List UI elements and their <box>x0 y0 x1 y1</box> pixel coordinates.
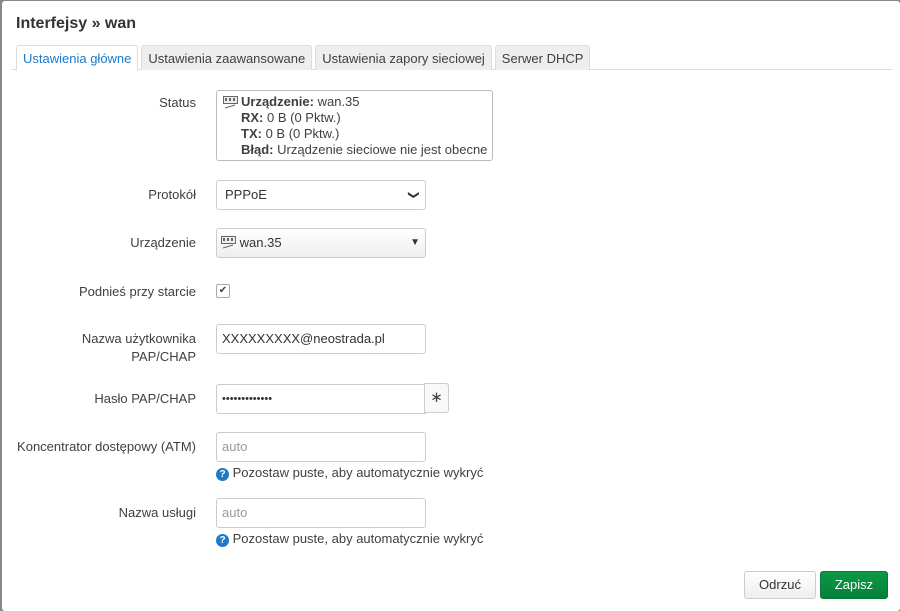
reveal-password-button[interactable]: ∗ <box>424 383 449 413</box>
tab-dhcp[interactable]: Serwer DHCP <box>494 45 591 70</box>
service-field: auto ? Pozostaw puste, aby automatycznie… <box>216 498 483 547</box>
username-input[interactable]: XXXXXXXXX@neostrada.pl <box>216 324 426 354</box>
status-label: Status <box>159 95 196 110</box>
service-input[interactable]: auto <box>216 498 426 528</box>
device-key: Urządzenie: <box>241 94 314 109</box>
ac-help: ? Pozostaw puste, aby automatycznie wykr… <box>216 465 483 481</box>
protocol-value: PPPoE <box>225 187 267 202</box>
interface-dialog: Interfejsy » wan Ustawienia główne Ustaw… <box>2 1 900 611</box>
device-dropdown[interactable]: wan.35 ▼ <box>216 228 426 258</box>
rx-key: RX: <box>241 110 264 125</box>
device-value: wan.35 <box>239 235 282 250</box>
network-port-icon <box>223 96 238 113</box>
chevron-down-icon: ❯ <box>407 190 420 200</box>
tx-value: 0 B (0 Pktw.) <box>265 126 340 141</box>
ac-help-text: Pozostaw puste, aby automatycznie wykryć <box>232 465 484 480</box>
autostart-label: Podnieś przy starcie <box>78 284 196 299</box>
password-group: ••••••••••••• ∗ <box>216 383 451 414</box>
password-label: Hasło PAP/CHAP <box>94 391 196 406</box>
device-label: Urządzenie <box>130 235 196 250</box>
help-icon: ? <box>216 534 229 547</box>
username-label-line2: PAP/CHAP <box>131 349 196 364</box>
service-help: ? Pozostaw puste, aby automatycznie wykr… <box>216 531 483 547</box>
status-row: Status Urządzenie: wan.35 RX: 0 B (0 Pkt… <box>2 90 900 161</box>
username-label-line1: Nazwa użytkownika <box>81 331 196 346</box>
tab-general[interactable]: Ustawienia główne <box>16 45 139 71</box>
device-row: Urządzenie wan.35 ▼ <box>2 228 900 258</box>
ac-input[interactable]: auto <box>216 432 426 462</box>
username-label: Nazwa użytkownika PAP/CHAP <box>82 330 196 366</box>
status-box: Urządzenie: wan.35 RX: 0 B (0 Pktw.) TX:… <box>216 90 493 161</box>
service-label: Nazwa usługi <box>118 505 196 520</box>
service-help-text: Pozostaw puste, aby automatycznie wykryć <box>232 531 484 546</box>
ac-field: auto ? Pozostaw puste, aby automatycznie… <box>216 432 483 481</box>
dropdown-arrow-icon: ▼ <box>410 237 420 248</box>
save-button[interactable]: Zapisz <box>820 571 888 599</box>
username-row: Nazwa użytkownika PAP/CHAP XXXXXXXXX@neos… <box>2 324 900 364</box>
tx-key: TX: <box>241 126 262 141</box>
tab-firewall[interactable]: Ustawienia zapory sieciowej <box>315 45 492 70</box>
autostart-checkbox[interactable]: ✔ <box>216 284 230 298</box>
protocol-label: Protokół <box>148 187 196 202</box>
password-input[interactable]: ••••••••••••• <box>216 384 426 414</box>
error-value: Urządzenie sieciowe nie jest obecne <box>277 142 488 157</box>
help-icon: ? <box>216 468 229 481</box>
protocol-row: Protokół PPPoE ❯ <box>2 180 900 210</box>
network-port-icon <box>221 236 236 249</box>
tab-advanced[interactable]: Ustawienia zaawansowane <box>141 45 313 70</box>
rx-value: 0 B (0 Pktw.) <box>267 110 341 125</box>
ac-label: Koncentrator dostępowy (ATM) <box>17 439 196 454</box>
protocol-select[interactable]: PPPoE ❯ <box>216 180 426 210</box>
page-title: Interfejsy » wan <box>16 15 137 32</box>
dismiss-button[interactable]: Odrzuć <box>744 571 816 599</box>
error-key: Błąd: <box>241 142 274 157</box>
tab-bar: Ustawienia główne Ustawienia zaawansowan… <box>12 45 892 71</box>
device-value: wan.35 <box>317 94 360 109</box>
